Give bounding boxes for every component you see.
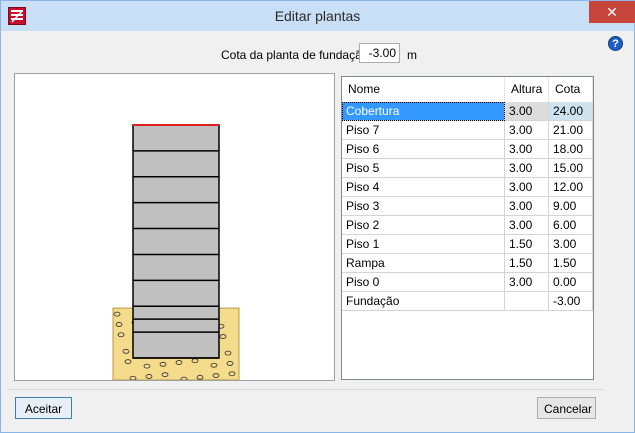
close-button[interactable]: ✕: [589, 1, 635, 23]
cell-altura[interactable]: 3.00: [505, 140, 549, 159]
cell-cota[interactable]: -3.00: [549, 292, 593, 311]
cell-altura[interactable]: 3.00: [505, 273, 549, 292]
cell-cota[interactable]: 15.00: [549, 159, 593, 178]
cell-nome[interactable]: Piso 7: [342, 121, 505, 140]
cell-cota[interactable]: 24.00: [549, 102, 593, 121]
help-icon[interactable]: ?: [608, 36, 623, 51]
column-header-cota[interactable]: Cota: [549, 77, 593, 102]
table-row[interactable]: Piso 4 3.00 12.00: [342, 178, 593, 197]
title-bar[interactable]: Editar plantas ✕: [1, 1, 635, 31]
foundation-level-unit: m: [407, 48, 417, 62]
table-row[interactable]: Piso 7 3.00 21.00: [342, 121, 593, 140]
cell-nome[interactable]: Piso 1: [342, 235, 505, 254]
cancel-button[interactable]: Cancelar: [537, 397, 596, 419]
close-icon: ✕: [606, 4, 618, 20]
table-row[interactable]: Piso 6 3.00 18.00: [342, 140, 593, 159]
table-row[interactable]: Piso 2 3.00 6.00: [342, 216, 593, 235]
building-elevation-drawing: [112, 124, 240, 380]
table-row[interactable]: Rampa 1.50 1.50: [342, 254, 593, 273]
cell-nome[interactable]: Rampa: [342, 254, 505, 273]
cell-nome[interactable]: Piso 6: [342, 140, 505, 159]
cell-altura[interactable]: 3.00: [505, 121, 549, 140]
foundation-level-label: Cota da planta de fundação: [221, 48, 369, 62]
table-header: Nome Altura Cota: [342, 77, 593, 103]
cell-cota[interactable]: 0.00: [549, 273, 593, 292]
foundation-level-input[interactable]: [359, 43, 400, 63]
table-row[interactable]: Piso 3 3.00 9.00: [342, 197, 593, 216]
accept-button[interactable]: Aceitar: [15, 397, 72, 419]
cell-cota[interactable]: 21.00: [549, 121, 593, 140]
table-row[interactable]: Fundação -3.00: [342, 292, 593, 311]
cell-cota[interactable]: 6.00: [549, 216, 593, 235]
cell-nome[interactable]: Piso 2: [342, 216, 505, 235]
cell-nome[interactable]: Piso 3: [342, 197, 505, 216]
cell-nome[interactable]: Fundação: [342, 292, 505, 311]
building-elevation-view: [14, 73, 335, 381]
cell-nome[interactable]: Cobertura: [342, 102, 505, 121]
table-row[interactable]: Cobertura 3.00 24.00: [342, 102, 593, 121]
cell-cota[interactable]: 3.00: [549, 235, 593, 254]
cell-nome[interactable]: Piso 5: [342, 159, 505, 178]
cell-altura[interactable]: [505, 292, 549, 311]
cell-altura[interactable]: 3.00: [505, 102, 549, 121]
table-row[interactable]: Piso 0 3.00 0.00: [342, 273, 593, 292]
window-title: Editar plantas: [274, 8, 361, 24]
cell-altura[interactable]: 3.00: [505, 197, 549, 216]
cell-altura[interactable]: 1.50: [505, 254, 549, 273]
cell-cota[interactable]: 9.00: [549, 197, 593, 216]
column-header-nome[interactable]: Nome: [342, 77, 505, 102]
cell-cota[interactable]: 12.00: [549, 178, 593, 197]
cell-nome[interactable]: Piso 0: [342, 273, 505, 292]
cell-altura[interactable]: 3.00: [505, 178, 549, 197]
table-row[interactable]: Piso 5 3.00 15.00: [342, 159, 593, 178]
cell-altura[interactable]: 3.00: [505, 216, 549, 235]
cell-cota[interactable]: 18.00: [549, 140, 593, 159]
cell-altura[interactable]: 3.00: [505, 159, 549, 178]
floors-table: Nome Altura Cota Cobertura 3.00 24.00 Piso …: [341, 76, 594, 380]
footer-divider: [8, 389, 604, 390]
cell-altura[interactable]: 1.50: [505, 235, 549, 254]
cell-nome[interactable]: Piso 4: [342, 178, 505, 197]
cell-cota[interactable]: 1.50: [549, 254, 593, 273]
column-header-altura[interactable]: Altura: [505, 77, 549, 102]
table-row[interactable]: Piso 1 1.50 3.00: [342, 235, 593, 254]
building-body: [132, 124, 220, 359]
